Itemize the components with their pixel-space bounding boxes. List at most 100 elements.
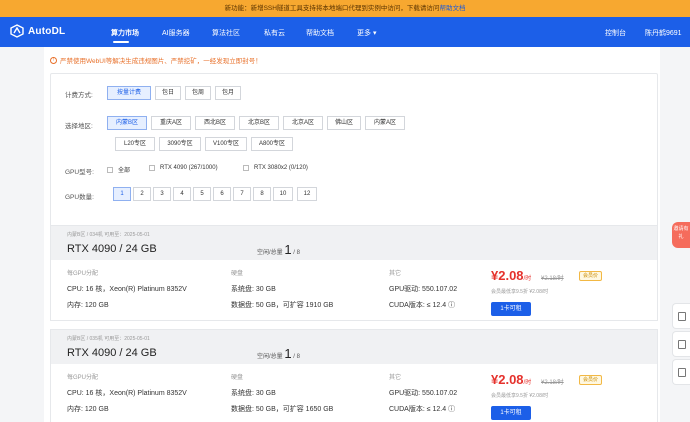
gpu-alloc-heading: 每GPU分配	[67, 271, 99, 277]
nav-compute-market[interactable]: 算力市场	[111, 28, 139, 38]
nav-private-cloud[interactable]: 私有云	[264, 28, 285, 38]
logo-icon	[10, 24, 24, 38]
announcement-text: 新功能：新增SSH隧道工具支持将本地端口代理到实例中访问，下载请访问	[224, 5, 440, 12]
zone-option-v100[interactable]: V100专区	[205, 137, 247, 151]
disk-heading: 硬盘	[231, 375, 244, 381]
price: ¥2.08/时	[491, 268, 531, 283]
card-header: 内蒙B区 / 035机 可用至：2025-05-01 RTX 4090 / 24…	[51, 330, 657, 364]
gpu-model-4090-label: RTX 4090 (267/1000)	[160, 165, 218, 171]
price-amount: ¥2.08	[491, 268, 524, 283]
nav-console[interactable]: 控制台	[605, 28, 626, 38]
gpu-driver-spec: GPU驱动: 550.107.02	[389, 390, 458, 397]
region-option-xibei-b[interactable]: 西北B区	[195, 116, 235, 130]
zone-option-l20[interactable]: L20专区	[115, 137, 155, 151]
main-panel: ! 严禁使用WebUI等解决生成违规图片、严禁挖矿，一经发现立即封号！ 计费方式…	[44, 47, 660, 422]
zone-option-3090[interactable]: 3090专区	[159, 137, 201, 151]
gpu-count-6[interactable]: 6	[213, 187, 231, 201]
top-nav: AutoDL 算力市场 AI服务器 算法社区 私有云 帮助文档 更多 ▾ 控制台…	[0, 17, 690, 47]
gpu-count-7[interactable]: 7	[233, 187, 251, 201]
availability-label: 空闲/总量	[257, 250, 283, 256]
nav-algorithm-community[interactable]: 算法社区	[212, 28, 240, 38]
logo[interactable]: AutoDL	[10, 24, 65, 38]
nav-user[interactable]: 陈丹鹤9691	[645, 28, 682, 38]
billing-option-hourly[interactable]: 按量计费	[107, 86, 151, 100]
availability-free: 1	[284, 242, 292, 257]
member-badge: 会员价	[579, 271, 603, 281]
availability-total: / 8	[291, 354, 300, 360]
gpu-count-10[interactable]: 10	[273, 187, 293, 201]
gpu-model-option-all[interactable]: 全部	[107, 165, 130, 174]
rent-button[interactable]: 1卡可租	[491, 302, 531, 316]
gpu-count-8[interactable]: 8	[253, 187, 271, 201]
cuda-version-spec: CUDA版本: ≤ 12.4 ⓘ	[389, 300, 455, 310]
price-amount: ¥2.08	[491, 372, 524, 387]
chevron-down-icon: ▾	[372, 30, 377, 37]
nav-help-docs[interactable]: 帮助文档	[306, 28, 334, 38]
gpu-model-option-3080x2[interactable]: RTX 3080x2 (0/120)	[243, 165, 308, 171]
gpu-model-option-4090[interactable]: RTX 4090 (267/1000)	[149, 165, 218, 171]
warning-text: 严禁使用WebUI等解决生成违规图片、严禁挖矿，一经发现立即封号！	[60, 58, 262, 65]
region-option-chongqing-a[interactable]: 重庆A区	[151, 116, 191, 130]
card-title: RTX 4090 / 24 GB	[67, 347, 157, 359]
help-icon[interactable]: ⓘ	[448, 406, 455, 413]
availability-total: / 8	[291, 250, 300, 256]
cuda-version-text: CUDA版本: ≤ 12.4	[389, 302, 447, 309]
region-option-neimeng-a[interactable]: 内蒙A区	[365, 116, 405, 130]
memory-spec: 内存: 120 GB	[67, 406, 109, 413]
card-header: 内蒙B区 / 034机 可用至：2025-05-01 RTX 4090 / 24…	[51, 226, 657, 260]
help-icon[interactable]: ⓘ	[448, 302, 455, 309]
billing-option-monthly[interactable]: 包月	[215, 86, 241, 100]
gpu-count-label: GPU数量:	[65, 194, 94, 201]
nav-ai-server[interactable]: AI服务器	[162, 28, 190, 38]
side-promo-label: 邀请有礼	[673, 226, 689, 240]
other-heading: 其它	[389, 271, 402, 277]
original-price: ¥2.18/时	[541, 380, 564, 386]
gpu-count-4[interactable]: 4	[173, 187, 191, 201]
side-feedback-button[interactable]	[672, 331, 690, 357]
help-doc-link[interactable]: 帮助文档	[439, 5, 465, 12]
card-meta: 内蒙B区 / 034机 可用至：2025-05-01	[67, 232, 150, 238]
document-icon	[678, 368, 686, 377]
checkbox[interactable]	[149, 165, 155, 171]
nav-more-label: 更多	[357, 30, 371, 37]
gpu-model-label: GPU型号:	[65, 169, 94, 176]
billing-label: 计费方式:	[65, 92, 93, 99]
gpu-count-2[interactable]: 2	[133, 187, 151, 201]
gpu-count-3[interactable]: 3	[153, 187, 171, 201]
machine-card: 内蒙B区 / 035机 可用至：2025-05-01 RTX 4090 / 24…	[50, 329, 658, 422]
region-option-neimeng-b[interactable]: 内蒙B区	[107, 116, 147, 130]
gpu-model-all-label: 全部	[118, 168, 131, 174]
member-note: 会员最低享9.5折 ¥2.08/时	[491, 289, 549, 295]
warning-notice: ! 严禁使用WebUI等解决生成违规图片、严禁挖矿，一经发现立即封号！	[50, 55, 262, 65]
gpu-count-5[interactable]: 5	[193, 187, 211, 201]
region-label: 选择地区:	[65, 123, 93, 130]
availability-free: 1	[284, 346, 292, 361]
nav-more[interactable]: 更多 ▾	[357, 28, 376, 38]
member-note: 会员最低享9.5折 ¥2.08/时	[491, 393, 549, 399]
rent-button[interactable]: 1卡可租	[491, 406, 531, 420]
region-option-beijing-a[interactable]: 北京A区	[283, 116, 323, 130]
memory-spec: 内存: 120 GB	[67, 302, 109, 309]
side-chat-button[interactable]	[672, 303, 690, 329]
region-option-foshan[interactable]: 佛山区	[327, 116, 361, 130]
gpu-count-12[interactable]: 12	[297, 187, 317, 201]
price-unit: /时	[523, 380, 532, 386]
gpu-model-3080x2-label: RTX 3080x2 (0/120)	[254, 165, 308, 171]
billing-option-weekly[interactable]: 包周	[185, 86, 211, 100]
gpu-alloc-heading: 每GPU分配	[67, 375, 99, 381]
billing-option-daily[interactable]: 包日	[155, 86, 181, 100]
card-meta: 内蒙B区 / 035机 可用至：2025-05-01	[67, 336, 150, 342]
chat-icon	[678, 312, 686, 321]
data-disk-spec: 数据盘: 50 GB，可扩容 1650 GB	[231, 406, 334, 413]
side-docs-button[interactable]	[672, 359, 690, 385]
checkbox[interactable]	[243, 165, 249, 171]
machine-card: 内蒙B区 / 034机 可用至：2025-05-01 RTX 4090 / 24…	[50, 225, 658, 321]
gpu-count-1[interactable]: 1	[113, 187, 131, 201]
zone-option-a800[interactable]: A800专区	[251, 137, 293, 151]
checkbox[interactable]	[107, 166, 113, 173]
logo-text: AutoDL	[28, 25, 66, 37]
region-option-beijing-b[interactable]: 北京B区	[239, 116, 279, 130]
availability-label: 空闲/总量	[257, 354, 283, 360]
side-promo-button[interactable]: 邀请有礼	[672, 222, 690, 248]
feedback-icon	[678, 340, 686, 349]
